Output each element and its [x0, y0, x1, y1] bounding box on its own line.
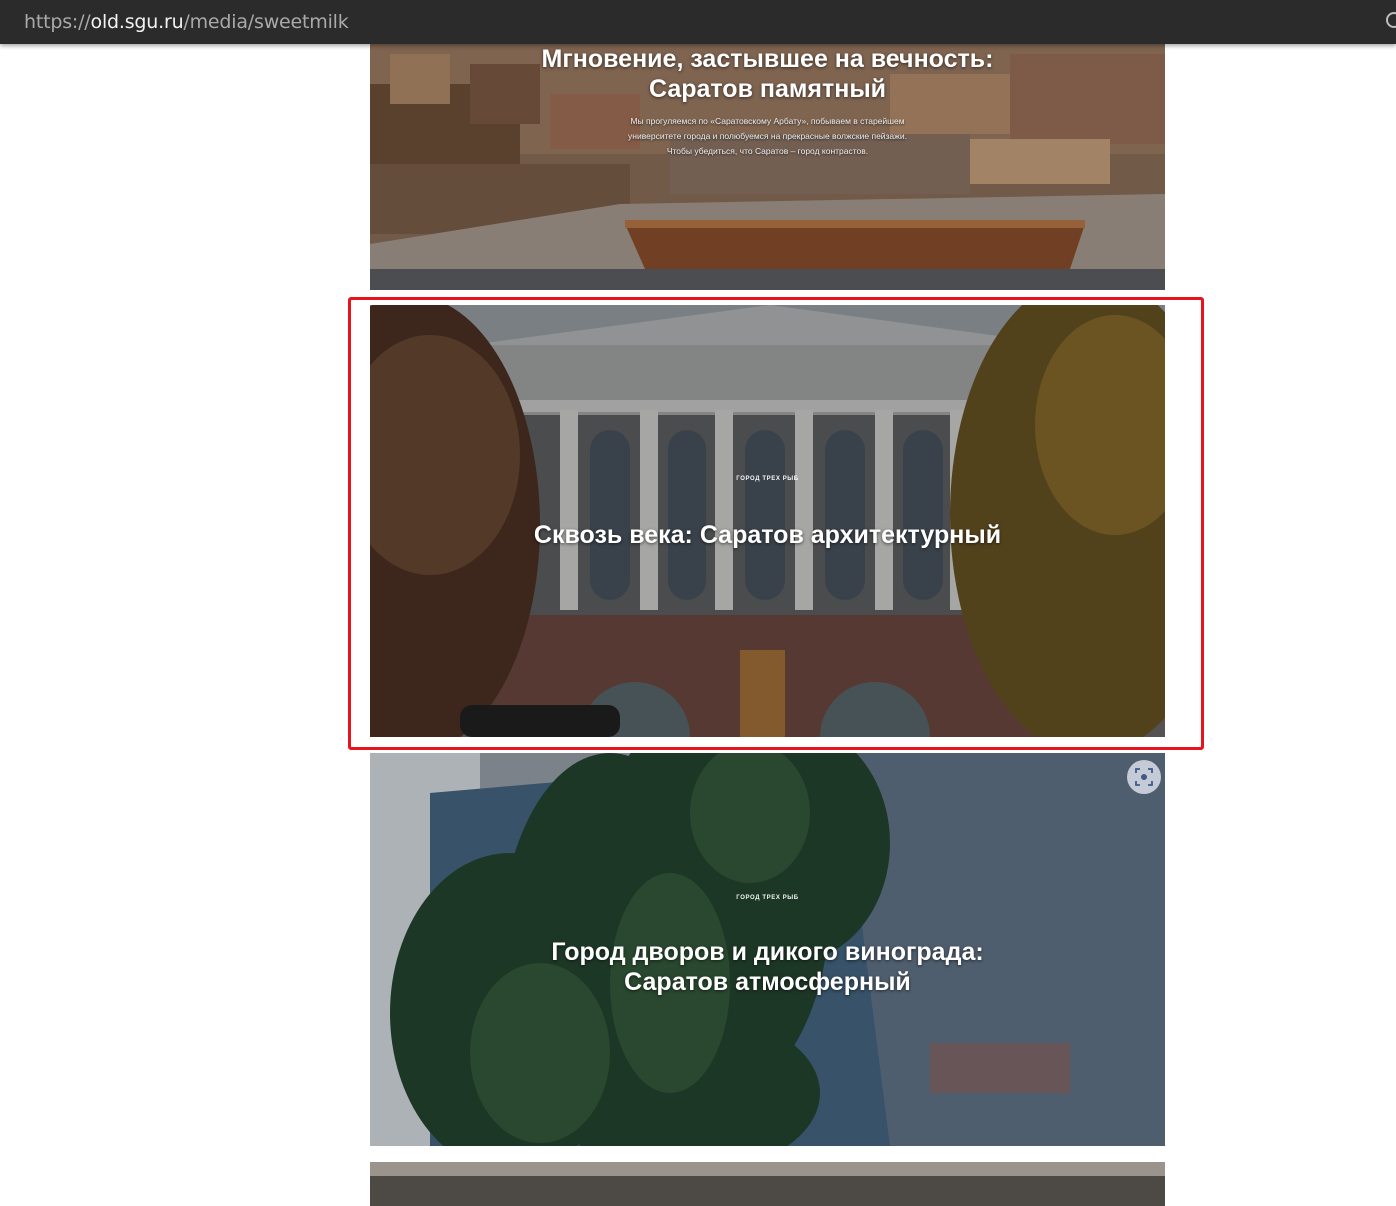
card-text: Мгновение, застывшее на вечность: Сарато…: [370, 44, 1165, 159]
article-card-next[interactable]: [370, 1162, 1165, 1206]
card-kicker: город трёх рыб: [736, 895, 799, 901]
card-image-next: [370, 1162, 1165, 1206]
card-text: город трёх рыб Город дворов и дикого вин…: [370, 895, 1165, 997]
url-text[interactable]: https://old.sgu.ru/media/sweetmilk: [24, 11, 349, 33]
url-scheme: https://: [24, 11, 91, 33]
card-description: Мы прогуляемся по «Саратовскому Арбату»,…: [628, 116, 907, 156]
url-host: old.sgu.ru: [90, 11, 184, 33]
article-card-atmospheric[interactable]: город трёх рыб Город дворов и дикого вин…: [370, 753, 1165, 1146]
zoom-icon[interactable]: [1386, 12, 1396, 28]
article-card-architectural[interactable]: город трёх рыб Сквозь века: Саратов архи…: [370, 305, 1165, 737]
browser-address-bar[interactable]: https://old.sgu.ru/media/sweetmilk: [0, 0, 1396, 44]
card-kicker: город трёх рыб: [736, 476, 799, 482]
visual-search-button[interactable]: [1127, 760, 1161, 794]
card-text: город трёх рыб Сквозь века: Саратов архи…: [370, 476, 1165, 550]
card-title[interactable]: Сквозь века: Саратов архитектурный: [370, 520, 1165, 550]
url-path: /media/sweetmilk: [183, 11, 349, 33]
article-card-memorable[interactable]: Мгновение, застывшее на вечность: Сарато…: [370, 44, 1165, 290]
visual-search-icon: [1135, 768, 1153, 786]
card-title[interactable]: Мгновение, застывшее на вечность: Сарато…: [370, 44, 1165, 104]
card-title[interactable]: Город дворов и дикого винограда: Саратов…: [370, 937, 1165, 997]
